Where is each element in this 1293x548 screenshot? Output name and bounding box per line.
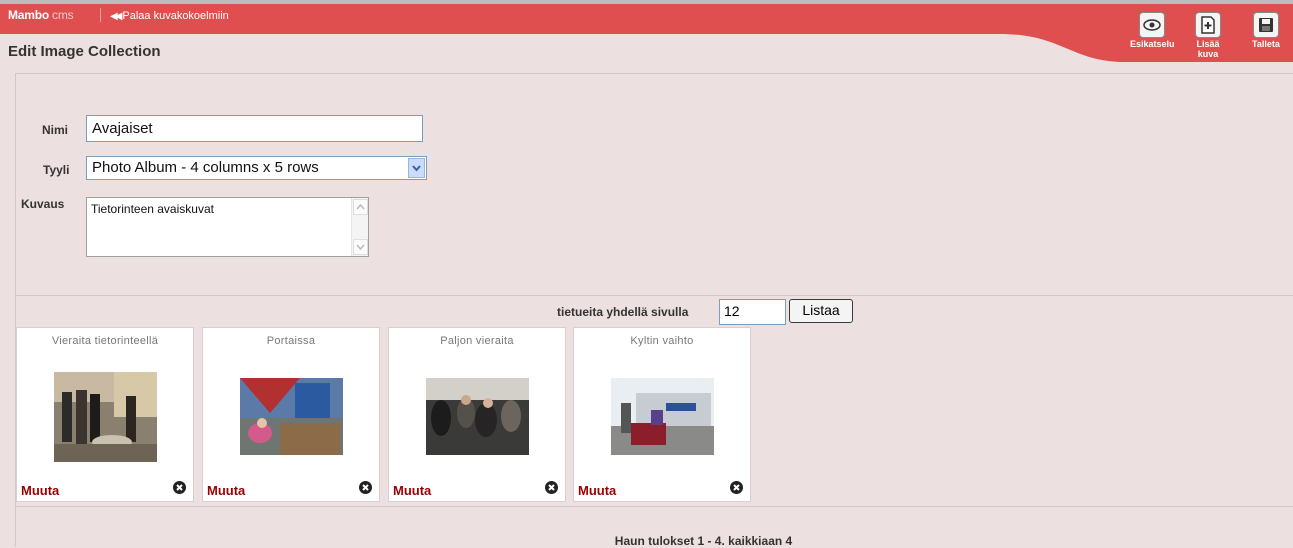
style-label: Tyyli	[43, 163, 70, 177]
image-card: Kyltin vaihto Muuta	[573, 327, 751, 502]
save-button[interactable]: Talleta	[1252, 12, 1280, 49]
brand-name-top: Mambo	[8, 8, 50, 22]
image-title: Kyltin vaihto	[630, 335, 694, 347]
preview-label: Esikatselu	[1130, 39, 1175, 49]
style-select-value: Photo Album - 4 columns x 5 rows	[92, 159, 319, 176]
list-button[interactable]: Listaa	[789, 299, 853, 323]
back-to-collections-link-top[interactable]: ◀◀ Palaa kuvakokoelmiin	[110, 10, 229, 22]
delete-icon[interactable]	[730, 481, 743, 494]
divider-top	[100, 8, 101, 22]
divider-line	[15, 506, 1293, 507]
add-image-label-line2: kuva	[1197, 49, 1219, 59]
page-title: Edit Image Collection	[8, 43, 161, 60]
add-image-label-line1: Lisää	[1196, 39, 1220, 49]
divider-line	[15, 295, 1293, 296]
image-title: Paljon vieraita	[440, 335, 514, 347]
description-label: Kuvaus	[21, 197, 65, 211]
image-card: Paljon vieraita Muuta	[388, 327, 566, 502]
edit-image-link[interactable]: Muuta	[578, 483, 616, 498]
edit-image-link[interactable]: Muuta	[393, 483, 431, 498]
description-text: Tietorinteen avaiskuvat	[91, 202, 214, 216]
image-thumbnail[interactable]	[54, 372, 157, 462]
edit-image-link[interactable]: Muuta	[207, 483, 245, 498]
scroll-up-icon[interactable]	[353, 199, 368, 215]
image-title: Vieraita tietorinteellä	[51, 335, 159, 347]
brand-cms-top: cms	[52, 8, 74, 22]
chevron-down-icon[interactable]	[408, 158, 425, 178]
save-label: Talleta	[1252, 39, 1280, 49]
image-card: Vieraita tietorinteellä Muuta	[16, 327, 194, 502]
image-title: Portaissa	[266, 335, 316, 347]
brand-logo-top: Mambo cms	[8, 8, 74, 22]
delete-icon[interactable]	[545, 481, 558, 494]
scroll-down-icon[interactable]	[353, 239, 368, 255]
delete-icon[interactable]	[359, 481, 372, 494]
textarea-scrollbar[interactable]	[351, 198, 368, 256]
style-select[interactable]: Photo Album - 4 columns x 5 rows	[86, 156, 427, 180]
name-input[interactable]: Avajaiset	[86, 115, 423, 142]
per-page-label: tietueita yhdellä sivulla	[557, 305, 689, 319]
edit-image-link[interactable]: Muuta	[21, 483, 59, 498]
add-image-button[interactable]: Lisää kuva	[1195, 12, 1221, 59]
back-link-label-top: Palaa kuvakokoelmiin	[122, 10, 229, 22]
add-image-icon	[1195, 12, 1221, 38]
per-page-input[interactable]: 12	[719, 299, 786, 325]
image-thumbnail[interactable]	[611, 378, 714, 455]
eye-icon	[1139, 12, 1166, 38]
description-textarea[interactable]: Tietorinteen avaiskuvat	[86, 197, 369, 257]
name-label: Nimi	[42, 123, 69, 137]
image-thumbnail[interactable]	[240, 378, 343, 455]
floppy-icon	[1252, 12, 1279, 38]
image-card: Portaissa Muuta	[202, 327, 380, 502]
preview-button[interactable]: Esikatselu	[1130, 12, 1175, 49]
image-thumbnail[interactable]	[426, 378, 529, 455]
delete-icon[interactable]	[173, 481, 186, 494]
double-left-arrow-icon: ◀◀	[110, 11, 123, 22]
